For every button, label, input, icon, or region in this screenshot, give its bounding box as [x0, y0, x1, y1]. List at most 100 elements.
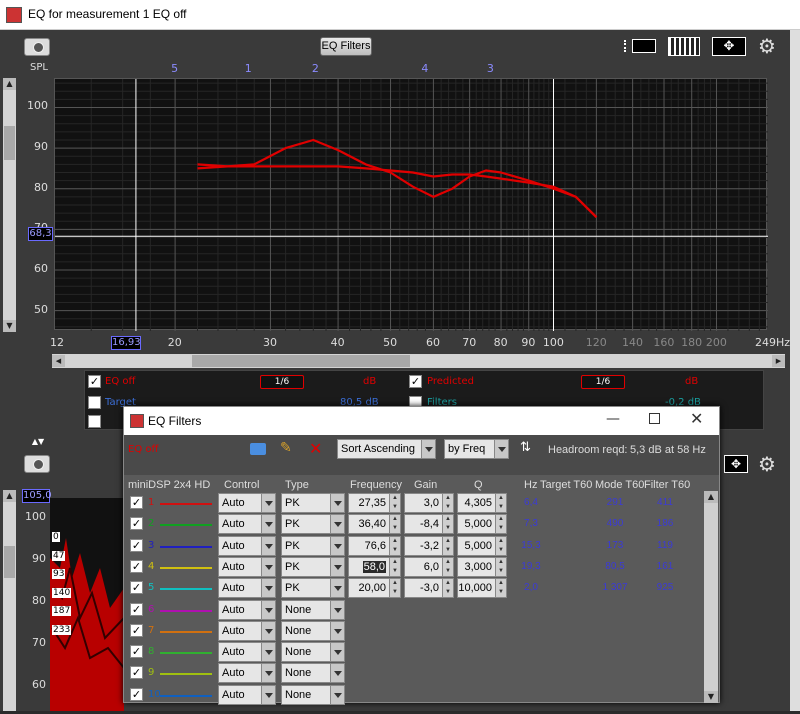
filter-type-select[interactable]: PK — [281, 578, 345, 599]
filter-control-select[interactable]: Auto — [218, 535, 276, 556]
filter-enabled-checkbox[interactable]: ✓ — [130, 559, 143, 573]
filter-number: 6 — [148, 603, 155, 615]
pane-splitter-icon[interactable]: ▲▼ — [28, 437, 48, 447]
hscroll-thumb[interactable] — [192, 355, 410, 367]
graph-size-icon[interactable] — [624, 37, 658, 55]
fit-arrows-icon[interactable]: ✥ — [712, 37, 746, 56]
filter-gain-field[interactable]: -8,4 ▲ ▼ — [404, 514, 454, 535]
maximize-button[interactable] — [649, 413, 660, 424]
filter-control-select[interactable]: Auto — [218, 556, 276, 577]
folder-icon[interactable] — [250, 443, 266, 455]
filter-q-field[interactable]: 4,305 ▲ ▼ — [457, 493, 507, 513]
col-target-t60: Target T60 — [540, 479, 593, 491]
graph-vertical-scrollbar[interactable]: ▲ ▼ — [3, 78, 16, 332]
camera-icon-lower[interactable] — [24, 455, 50, 473]
filter-type-select[interactable]: None — [281, 663, 345, 684]
filter-gain-field[interactable]: -3,2 ▲ ▼ — [404, 535, 454, 556]
gear-icon[interactable]: ⚙ — [756, 35, 778, 57]
filter-q-field[interactable]: 5,000 ▲ ▼ — [457, 514, 507, 535]
filter-control-select[interactable]: Auto — [218, 642, 276, 663]
minimize-button[interactable]: — — [606, 411, 620, 427]
dialog-titlebar: EQ Filters — ✕ — [124, 407, 719, 435]
filter-enabled-checkbox[interactable]: ✓ — [130, 623, 143, 637]
graph-horizontal-scrollbar[interactable]: ◀ ▶ — [52, 354, 785, 368]
fit-arrows-icon-lower[interactable]: ✥ — [724, 455, 748, 473]
sort-by-select[interactable]: by Freq — [444, 439, 509, 459]
filter-marker[interactable]: 4 — [421, 62, 428, 75]
filter-q-field[interactable]: 3,000 ▲ ▼ — [457, 556, 507, 577]
scroll-left-arrow[interactable]: ◀ — [52, 355, 65, 367]
filter-type-select[interactable]: None — [281, 684, 345, 705]
target-checkbox[interactable] — [88, 396, 101, 409]
filter-gain-field[interactable]: -3,0 ▲ ▼ — [404, 578, 454, 599]
predicted-checkbox[interactable]: ✓ — [409, 375, 422, 388]
filter-type-select[interactable]: PK — [281, 493, 345, 513]
filter-type-select[interactable]: None — [281, 599, 345, 620]
filter-type-select[interactable]: PK — [281, 556, 345, 577]
scroll-down-arrow[interactable]: ▼ — [3, 320, 16, 332]
dialog-scroll-up[interactable]: ▲ — [704, 491, 718, 503]
scroll-right-arrow[interactable]: ▶ — [772, 355, 785, 367]
camera-icon[interactable] — [24, 38, 50, 56]
filter-control-select[interactable]: Auto — [218, 599, 276, 620]
eq-filters-button[interactable]: EQ Filters — [320, 37, 372, 56]
lower-plot-area[interactable] — [50, 498, 125, 711]
filter-color-swatch — [160, 630, 212, 633]
scroll-up-arrow[interactable]: ▲ — [3, 78, 16, 90]
lower-waterfall-svg — [50, 538, 125, 711]
window-title: EQ for measurement 1 EQ off — [28, 7, 187, 21]
filter-enabled-checkbox[interactable]: ✓ — [130, 687, 143, 701]
filter-control-select[interactable]: Auto — [218, 578, 276, 599]
filter-enabled-checkbox[interactable]: ✓ — [130, 602, 143, 616]
eq-off-smoothing[interactable]: 1/6 — [260, 375, 304, 389]
filter-control-select[interactable]: Auto — [218, 620, 276, 641]
third-legend-checkbox[interactable] — [88, 415, 101, 428]
filter-q-field[interactable]: 5,000 ▲ ▼ — [457, 535, 507, 556]
sort-order-select[interactable]: Sort Ascending — [337, 439, 436, 459]
filter-enabled-checkbox[interactable]: ✓ — [130, 645, 143, 659]
filter-marker[interactable]: 2 — [312, 62, 319, 75]
filter-enabled-checkbox[interactable]: ✓ — [130, 666, 143, 680]
filter-enabled-checkbox[interactable]: ✓ — [130, 517, 143, 531]
sort-direction-icon[interactable]: ⇅ — [520, 440, 531, 455]
filter-frequency-field[interactable]: 76,6 ▲ ▼ — [348, 535, 401, 556]
col-device: miniDSP 2x4 HD — [128, 479, 211, 491]
filter-type-select[interactable]: None — [281, 642, 345, 663]
dialog-scroll-down[interactable]: ▼ — [704, 691, 718, 703]
filter-gain-field[interactable]: 3,0 ▲ ▼ — [404, 493, 454, 513]
x-tick-label: 160 — [653, 336, 675, 349]
filter-control-select[interactable]: Auto — [218, 663, 276, 684]
scroll-thumb[interactable] — [4, 126, 15, 160]
filter-frequency-field[interactable]: 20,00 ▲ ▼ — [348, 578, 401, 599]
y-axis-title: SPL — [30, 62, 48, 73]
lower-scroll-up-arrow[interactable]: ▲ — [3, 490, 16, 502]
filter-marker[interactable]: 5 — [171, 62, 178, 75]
dialog-vertical-scrollbar[interactable]: ▲ ▼ — [704, 491, 718, 703]
filter-enabled-checkbox[interactable]: ✓ — [130, 496, 143, 509]
filter-control-select[interactable]: Auto — [218, 493, 276, 513]
filter-type-select[interactable]: None — [281, 620, 345, 641]
filter-control-select[interactable]: Auto — [218, 684, 276, 705]
filter-marker[interactable]: 1 — [245, 62, 252, 75]
filter-enabled-checkbox[interactable]: ✓ — [130, 538, 143, 552]
eq-off-checkbox[interactable]: ✓ — [88, 375, 101, 388]
plot-area[interactable] — [54, 78, 768, 331]
filter-marker[interactable]: 3 — [487, 62, 494, 75]
filter-frequency-field[interactable]: 27,35 ▲ ▼ — [348, 493, 401, 513]
filter-q-field[interactable]: 10,000 ▲ ▼ — [457, 578, 507, 599]
graph-layout-icon[interactable] — [668, 37, 700, 56]
filter-control-select[interactable]: Auto — [218, 514, 276, 535]
filter-frequency-field[interactable]: 58,0 ▲ ▼ — [348, 556, 401, 577]
save-icon[interactable]: ✎ — [280, 440, 292, 456]
delete-icon[interactable]: ✕ — [309, 439, 322, 458]
lower-scroll-thumb[interactable] — [4, 546, 15, 578]
filter-type-select[interactable]: PK — [281, 514, 345, 535]
filter-frequency-field[interactable]: 36,40 ▲ ▼ — [348, 514, 401, 535]
gear-icon-lower[interactable]: ⚙ — [756, 453, 778, 475]
predicted-smoothing[interactable]: 1/6 — [581, 375, 625, 389]
filter-gain-field[interactable]: 6,0 ▲ ▼ — [404, 556, 454, 577]
close-button[interactable]: ✕ — [690, 409, 703, 428]
filter-type-select[interactable]: PK — [281, 535, 345, 556]
filter-enabled-checkbox[interactable]: ✓ — [130, 581, 143, 595]
lower-vertical-scrollbar[interactable]: ▲ — [3, 490, 16, 711]
